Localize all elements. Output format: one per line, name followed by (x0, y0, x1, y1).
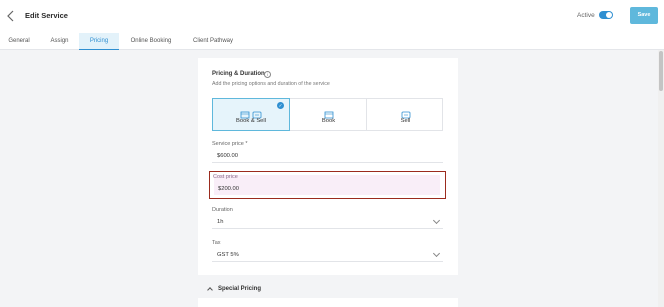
chevron-down-icon (432, 249, 441, 258)
duration-value: 1h (217, 219, 224, 225)
chevron-down-icon (432, 216, 441, 225)
tab-online-booking[interactable]: Online Booking (124, 33, 178, 50)
active-toggle[interactable] (599, 11, 613, 19)
page-scrollbar[interactable] (658, 50, 664, 307)
duration-label: Duration (212, 207, 233, 213)
chevron-up-icon (207, 287, 213, 293)
type-book-and-sell[interactable]: Book & Sell ✓ (212, 98, 290, 131)
tab-assign[interactable]: Assign (41, 33, 78, 50)
type-label: Sell (400, 118, 411, 124)
type-sell[interactable]: Sell (367, 99, 444, 130)
service-type-selector: Book & Sell ✓ Book Sell (212, 98, 443, 131)
pricing-section-title: Pricing & Duration (212, 71, 265, 77)
type-label: Book & Sell (236, 118, 266, 124)
tab-bar: General Assign Pricing Online Booking Cl… (0, 33, 664, 50)
save-button[interactable]: Save (630, 7, 658, 24)
cost-price-fill (214, 175, 440, 195)
cost-price-value[interactable]: $200.00 (218, 186, 239, 192)
service-price-input[interactable]: $600.00 (212, 150, 443, 163)
tab-pricing[interactable]: Pricing (79, 33, 119, 50)
check-icon: ✓ (277, 102, 284, 109)
tax-select[interactable]: GST 5% (212, 249, 443, 262)
cost-price-field[interactable]: Cost price $200.00 (209, 171, 446, 199)
special-pricing-label: Special Pricing (218, 286, 262, 292)
pricing-section-subtitle: Add the pricing options and duration of … (212, 81, 330, 87)
tax-label: Tax (212, 240, 221, 246)
info-icon[interactable]: i (264, 71, 271, 78)
active-label: Active (577, 12, 595, 19)
tax-value: GST 5% (217, 252, 239, 258)
pricing-card: Pricing & Duration i Add the pricing opt… (198, 58, 458, 275)
cost-price-label: Cost price (213, 174, 238, 180)
type-book[interactable]: Book (290, 99, 367, 130)
duration-select[interactable]: 1h (212, 216, 443, 229)
service-price-label: Service price * (212, 141, 248, 147)
special-pricing-card (198, 298, 458, 307)
scrollbar-thumb[interactable] (659, 51, 663, 91)
back-chevron-icon[interactable] (4, 9, 18, 23)
tab-client-pathway[interactable]: Client Pathway (185, 33, 241, 50)
type-label: Book (321, 118, 336, 124)
page-header: Edit Service Active Save (0, 0, 664, 33)
tab-general[interactable]: General (0, 33, 38, 50)
toggle-knob (606, 12, 612, 18)
page-title: Edit Service (25, 11, 68, 20)
special-pricing-header[interactable]: Special Pricing (198, 282, 458, 298)
